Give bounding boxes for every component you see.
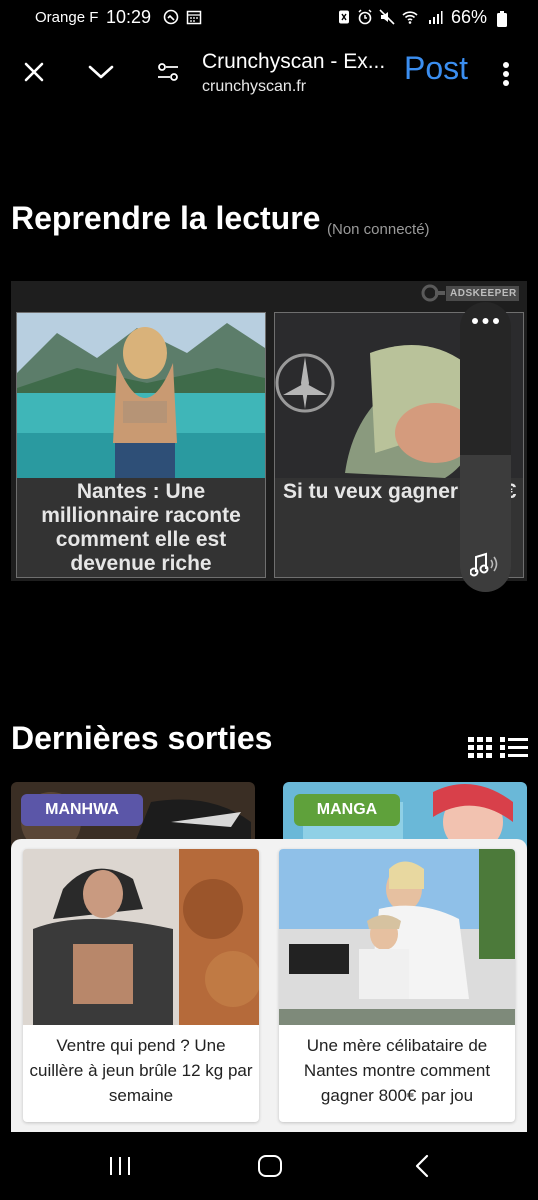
- bottom-ad-caption-2: Une mère célibataire de Nantes montre co…: [303, 1036, 491, 1105]
- recents-icon: [110, 1157, 130, 1175]
- back-icon: [415, 1154, 429, 1178]
- media-volume-pill[interactable]: [460, 302, 511, 592]
- nfc-icon: [339, 10, 349, 24]
- adskeeper-logo[interactable]: ADSKEEPER: [420, 283, 520, 303]
- page-url: crunchyscan.fr: [202, 78, 307, 95]
- manhwa-tag: MANHWA: [21, 794, 143, 826]
- ad-image-mother-child: [279, 849, 515, 1025]
- ad-caption-1: Nantes : Une millionnaire raconte commen…: [41, 480, 241, 575]
- clock: 10:29: [106, 7, 152, 27]
- close-icon: [24, 62, 44, 82]
- home-icon: [258, 1155, 282, 1177]
- alarm-icon: [358, 9, 372, 25]
- site-settings-icon: [158, 63, 178, 81]
- calendar-icon: [186, 10, 202, 25]
- battery-icon: [497, 11, 507, 27]
- wifi-icon: [402, 11, 418, 24]
- close-tab-button[interactable]: [18, 56, 50, 88]
- chevron-down-icon: [88, 65, 114, 79]
- recents-button[interactable]: [100, 1150, 140, 1182]
- back-button[interactable]: [402, 1150, 442, 1182]
- more-horiz-icon[interactable]: [471, 315, 500, 327]
- signal-icon: [429, 11, 443, 24]
- grid-view-icon[interactable]: [468, 737, 493, 759]
- not-connected-note: (Non connecté): [327, 221, 430, 238]
- manga-tag: MANGA: [294, 794, 400, 826]
- music-volume-icon: [470, 552, 498, 577]
- list-view-icon[interactable]: [500, 737, 528, 759]
- post-button[interactable]: Post: [404, 50, 468, 87]
- site-settings-button[interactable]: [152, 56, 184, 88]
- bottom-ad-card-2[interactable]: Une mère célibataire de Nantes montre co…: [279, 849, 515, 1122]
- home-button[interactable]: [250, 1150, 290, 1182]
- system-nav-bar: [0, 1132, 538, 1200]
- resume-heading: Reprendre la lecture: [11, 200, 321, 236]
- battery-percent: 66%: [451, 7, 488, 27]
- latest-heading: Dernières sorties: [11, 720, 273, 756]
- mute-icon: [379, 9, 395, 25]
- carrier-label: Orange F: [35, 9, 99, 26]
- bottom-ad-card-1[interactable]: Ventre qui pend ? Une cuillère à jeun br…: [23, 849, 259, 1122]
- status-bar: Orange F 10:29 66%: [0, 0, 538, 36]
- browser-toolbar: Crunchyscan - Ex... crunchyscan.fr Post: [0, 36, 538, 108]
- whatsapp-icon: [163, 9, 179, 25]
- ad-image-fitness: [23, 849, 259, 1025]
- minimize-button[interactable]: [85, 56, 117, 88]
- ad-card-1[interactable]: Nantes : Une millionnaire raconte commen…: [16, 312, 266, 578]
- ad-image-lake-woman: [17, 313, 265, 478]
- page-title: Crunchyscan - Ex...: [202, 50, 386, 73]
- adskeeper-label: ADSKEEPER: [450, 288, 517, 299]
- bottom-ad-caption-1: Ventre qui pend ? Une cuillère à jeun br…: [29, 1036, 253, 1105]
- more-vert-icon[interactable]: [494, 58, 518, 90]
